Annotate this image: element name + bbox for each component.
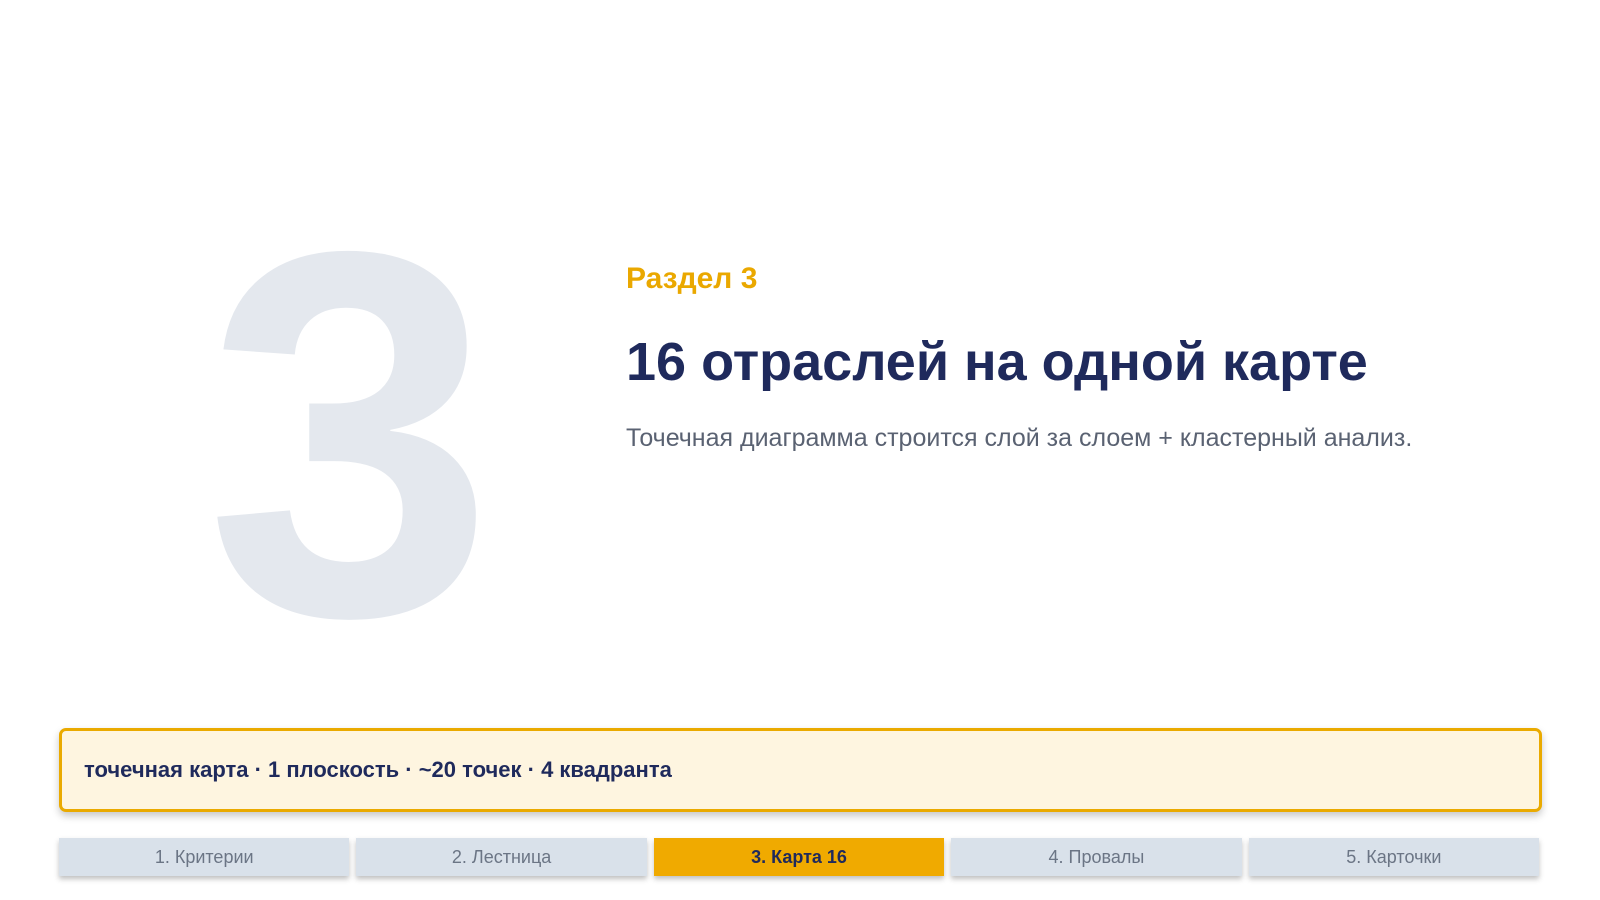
summary-callout: точечная карта · 1 плоскость · ~20 точек… — [59, 728, 1542, 812]
section-slide: 3 Раздел 3 16 отраслей на одной карте То… — [0, 0, 1600, 900]
nav-item-failures[interactable]: 4. Провалы — [951, 838, 1242, 876]
nav-item-cards[interactable]: 5. Карточки — [1248, 838, 1540, 876]
page-subtitle: Точечная диаграмма строится слой за слое… — [626, 424, 1413, 452]
page-title: 16 отраслей на одной карте — [626, 332, 1368, 392]
section-number-watermark: 3 — [205, 144, 495, 725]
section-label: Раздел 3 — [626, 262, 758, 295]
section-nav: 1. Критерии 2. Лестница 3. Карта 16 4. П… — [59, 838, 1540, 876]
nav-item-criteria[interactable]: 1. Критерии — [59, 838, 350, 876]
nav-item-map-16[interactable]: 3. Карта 16 — [653, 838, 945, 876]
summary-text: точечная карта · 1 плоскость · ~20 точек… — [84, 757, 672, 782]
nav-item-ladder[interactable]: 2. Лестница — [356, 838, 647, 876]
